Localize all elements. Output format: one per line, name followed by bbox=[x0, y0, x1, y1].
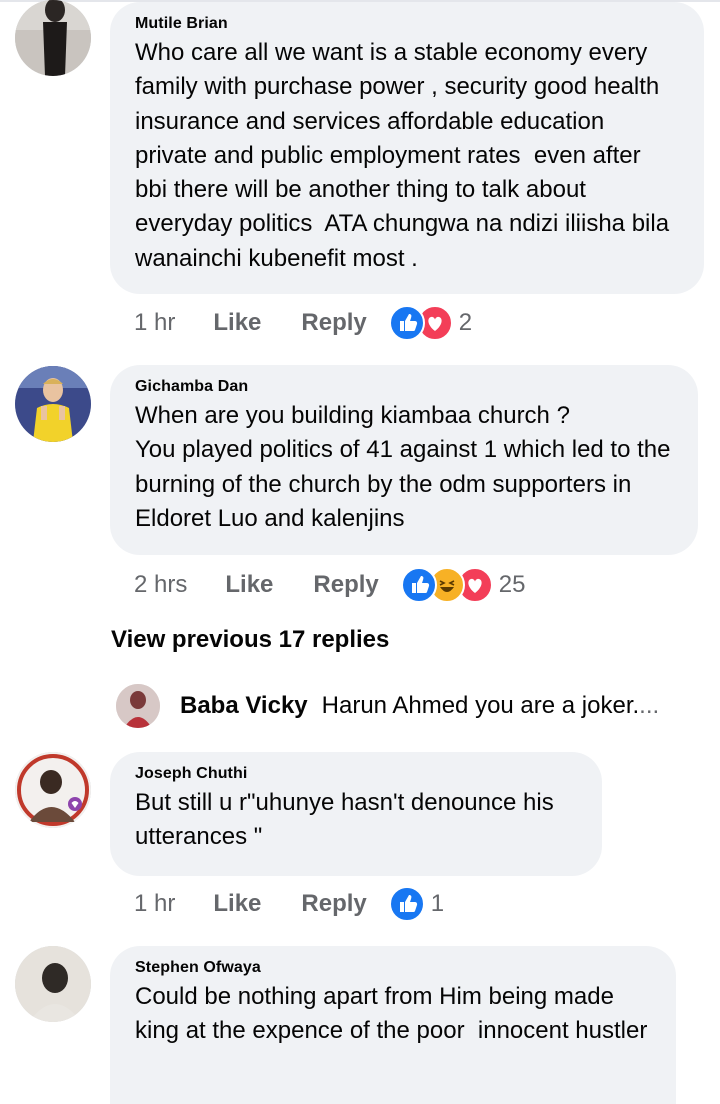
reply-button[interactable]: Reply bbox=[301, 890, 366, 918]
comment-actions: 1 hr Like Reply 1 bbox=[134, 886, 444, 922]
reactions-summary[interactable]: 2 bbox=[388, 305, 473, 341]
like-button[interactable]: Like bbox=[225, 571, 273, 599]
comment-text: But still u r"uhunye hasn't denounce his… bbox=[135, 789, 561, 851]
reply-button[interactable]: Reply bbox=[313, 571, 378, 599]
reply-preview[interactable]: Baba Vicky Harun Ahmed you are a joker..… bbox=[116, 683, 659, 729]
avatar[interactable] bbox=[15, 752, 91, 828]
comment-bubble: Joseph Chuthi But still u r"uhunye hasn'… bbox=[110, 752, 602, 876]
view-previous-replies-link[interactable]: View previous 17 replies bbox=[111, 626, 389, 654]
avatar[interactable] bbox=[116, 684, 160, 728]
comment-text: Could be nothing apart from Him being ma… bbox=[135, 983, 648, 1045]
comment-text: When are you building kiambaa church ? Y… bbox=[135, 402, 671, 532]
comment-actions: 2 hrs Like Reply 25 bbox=[134, 567, 525, 603]
comment-bubble: Mutile Brian Who care all we want is a s… bbox=[110, 2, 704, 294]
comment-author[interactable]: Stephen Ofwaya bbox=[135, 959, 650, 977]
reactions-summary[interactable]: 1 bbox=[388, 886, 445, 922]
comment-time[interactable]: 2 hrs bbox=[134, 571, 187, 599]
comment-author[interactable]: Joseph Chuthi bbox=[135, 765, 576, 783]
comment-author[interactable]: Gichamba Dan bbox=[135, 378, 672, 396]
reply-ellipsis: ... bbox=[639, 692, 660, 719]
comment-actions: 1 hr Like Reply 2 bbox=[134, 305, 472, 341]
reaction-count: 2 bbox=[458, 309, 473, 336]
comment-bubble: Stephen Ofwaya Could be nothing apart fr… bbox=[110, 946, 676, 1104]
like-button[interactable]: Like bbox=[213, 309, 261, 337]
reaction-count: 25 bbox=[498, 571, 526, 598]
comment-bubble: Gichamba Dan When are you building kiamb… bbox=[110, 365, 698, 555]
like-reaction-icon bbox=[400, 567, 437, 603]
avatar[interactable] bbox=[15, 366, 91, 442]
reply-text: Harun Ahmed you are a joker. bbox=[321, 692, 640, 719]
reply-button[interactable]: Reply bbox=[301, 309, 366, 337]
like-reaction-icon bbox=[388, 886, 425, 922]
reply-author[interactable]: Baba Vicky bbox=[180, 692, 308, 720]
comment-author[interactable]: Mutile Brian bbox=[135, 15, 678, 33]
reaction-count: 1 bbox=[430, 890, 445, 917]
comment-time[interactable]: 1 hr bbox=[134, 309, 175, 337]
like-button[interactable]: Like bbox=[213, 890, 261, 918]
avatar[interactable] bbox=[15, 946, 91, 1022]
avatar[interactable] bbox=[15, 0, 91, 76]
comment-text: Who care all we want is a stable economy… bbox=[135, 39, 676, 272]
comment-time[interactable]: 1 hr bbox=[134, 890, 175, 918]
reactions-summary[interactable]: 25 bbox=[400, 567, 526, 603]
like-reaction-icon bbox=[388, 305, 425, 341]
